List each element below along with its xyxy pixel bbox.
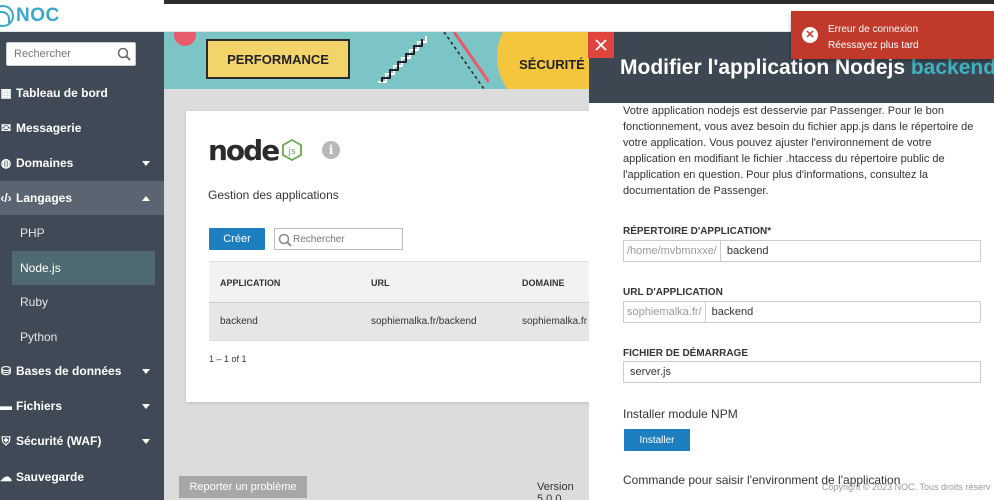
promo-banner: PERFORMANCE SÉCURITÉ (164, 32, 589, 89)
column-header-url[interactable]: URL (371, 278, 390, 288)
dir-label: RÉPERTOIRE D'APPLICATION* (623, 226, 772, 237)
main-content: PERFORMANCE SÉCURITÉ node js i Gestion d… (164, 32, 589, 500)
app-search-input[interactable] (293, 229, 401, 249)
error-icon: ✕ (802, 27, 818, 43)
dir-input[interactable] (720, 241, 980, 261)
search-icon[interactable] (117, 47, 131, 61)
svg-text:js: js (288, 147, 297, 157)
applications-card: node js i Gestion des applications Créer… (186, 111, 589, 402)
page-title: Gestion des applications (208, 188, 339, 202)
nodejs-hexagon-icon: js (282, 139, 303, 161)
toast-message: Réessayez plus tard (828, 40, 919, 51)
shield-icon: ⛨ (1, 433, 11, 448)
pagination-info: 1 – 1 of 1 (209, 354, 247, 364)
dir-field[interactable]: /home/mvbmnxxe/ (623, 240, 981, 262)
logo-icon (0, 5, 14, 27)
install-button[interactable]: Installer (624, 429, 690, 451)
sidebar-item-dashboard[interactable]: ▦ Tableau de bord (0, 76, 164, 110)
app-search[interactable] (274, 228, 403, 250)
url-field[interactable]: sophiemalka.fr/ (623, 301, 981, 323)
copyright-text: Copyright © 2023 NOC. Tous droits réserv (822, 482, 991, 492)
column-header-application[interactable]: APPLICATION (220, 278, 280, 288)
top-divider (164, 0, 994, 4)
dir-prefix: /home/mvbmnxxe/ (624, 241, 721, 261)
table-row[interactable]: backend sophiemalka.fr/backend sophiemal… (209, 303, 589, 341)
column-header-domaine[interactable]: DOMAINE (522, 278, 565, 288)
npm-label: Installer module NPM (623, 407, 738, 421)
sidebar-item-messagerie[interactable]: ✉ Messagerie (0, 111, 164, 145)
folder-icon: ▬ (0, 399, 12, 413)
sidebar-item-securite[interactable]: ⛨ Sécurité (WAF) (0, 424, 164, 458)
startup-input[interactable] (624, 362, 980, 382)
banner-security-badge: SÉCURITÉ (509, 44, 589, 84)
sidebar-item-python[interactable]: Python (0, 320, 164, 354)
report-problem-button[interactable]: Reporter un problème (179, 476, 307, 498)
sidebar-item-databases[interactable]: ⛁ Bases de données (0, 354, 164, 388)
panel-title-app-name: backend (910, 56, 994, 79)
lines-decoration (443, 32, 489, 89)
applications-table: APPLICATION URL DOMAINE backend sophiema… (209, 261, 589, 341)
mail-icon: ✉ (0, 121, 12, 135)
sidebar-search[interactable] (6, 42, 136, 66)
chevron-down-icon (142, 160, 150, 166)
table-header: APPLICATION URL DOMAINE (209, 261, 589, 303)
sidebar-item-fichiers[interactable]: ▬ Fichiers (0, 389, 164, 423)
panel-title-text: Modifier l'application Nodejs (620, 56, 911, 79)
edit-panel: Votre application nodejs est desservie p… (589, 103, 994, 500)
nodejs-logo: node js (208, 133, 303, 167)
banner-decoration (174, 32, 196, 46)
error-toast[interactable]: ✕ Erreur de connexion Réessayez plus tar… (791, 11, 994, 59)
sidebar-item-sauvegarde[interactable]: ☁ Sauvegarde (0, 460, 164, 494)
chevron-down-icon (142, 368, 150, 374)
url-prefix: sophiemalka.fr/ (624, 302, 706, 322)
globe-icon: ◍ (0, 156, 12, 170)
database-icon: ⛁ (0, 364, 12, 378)
sidebar: ▦ Tableau de bord ✉ Messagerie ◍ Domaine… (0, 32, 164, 500)
code-icon: ‹/› (0, 191, 12, 205)
chevron-down-icon (142, 403, 150, 409)
panel-title: Modifier l'application Nodejs backend (620, 56, 994, 80)
close-icon (595, 39, 607, 51)
url-input[interactable] (705, 302, 980, 322)
sidebar-item-nodejs[interactable]: Node.js (12, 251, 155, 285)
startup-field[interactable] (623, 361, 981, 383)
banner-performance-badge: PERFORMANCE (206, 39, 350, 79)
close-panel-button[interactable] (588, 32, 614, 58)
create-button[interactable]: Créer (209, 228, 265, 250)
chevron-up-icon (142, 195, 150, 201)
info-icon[interactable]: i (322, 141, 340, 159)
version-text: Version 5.0.0 (537, 481, 574, 500)
logo-text: NOC (16, 5, 60, 26)
chevron-down-icon (142, 438, 150, 444)
sidebar-item-php[interactable]: PHP (0, 216, 164, 250)
sidebar-search-input[interactable] (7, 43, 111, 65)
nodejs-logo-text: node (208, 133, 280, 167)
cell-application: backend (220, 316, 258, 327)
url-label: URL D'APPLICATION (623, 287, 723, 298)
startup-label: FICHIER DE DÉMARRAGE (623, 348, 749, 359)
sidebar-item-ruby[interactable]: Ruby (0, 285, 164, 319)
cell-url: sophiemalka.fr/backend (371, 316, 477, 327)
dashboard-icon: ▦ (0, 86, 12, 100)
sidebar-item-domaines[interactable]: ◍ Domaines (0, 146, 164, 180)
cell-domaine: sophiemalka.fr (522, 316, 588, 327)
stairs-decoration (378, 36, 427, 83)
panel-description: Votre application nodejs est desservie p… (623, 105, 974, 197)
noc-logo[interactable]: NOC (0, 4, 60, 28)
search-icon (278, 233, 292, 247)
toast-title: Erreur de connexion (828, 24, 919, 35)
cloud-icon: ☁ (0, 470, 12, 484)
sidebar-item-langages[interactable]: ‹/› Langages (0, 181, 164, 215)
